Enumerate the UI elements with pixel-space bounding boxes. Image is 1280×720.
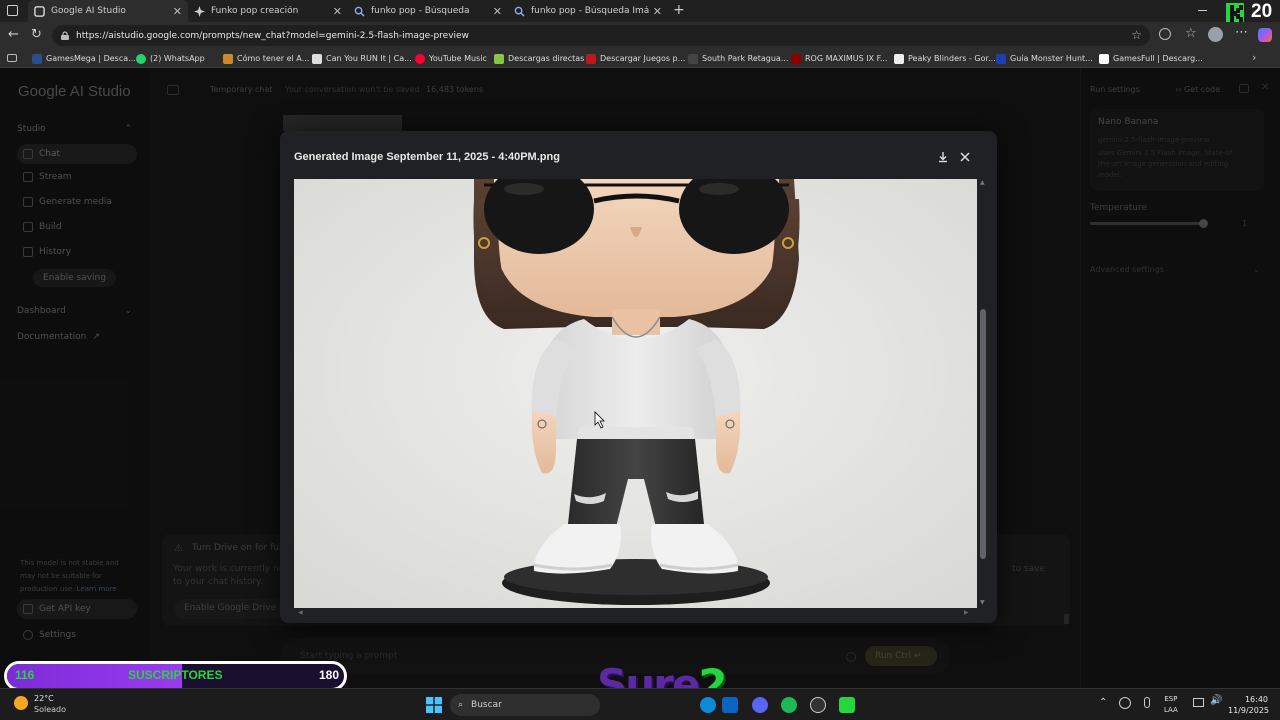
bookmark-star-icon[interactable]: ☆ <box>1131 28 1142 42</box>
more-menu-icon[interactable]: ⋯ <box>1235 25 1248 40</box>
close-icon[interactable] <box>960 152 970 162</box>
steam-icon[interactable] <box>810 697 826 713</box>
bookmark-item[interactable]: YouTube Music <box>415 52 487 65</box>
back-icon[interactable]: ← <box>8 27 19 42</box>
volume-icon[interactable]: 🔊 <box>1210 695 1222 706</box>
image-preview-dialog: Generated Image September 11, 2025 - 4:4… <box>280 131 997 623</box>
browser-toolbar: ← ↻ https://aistudio.google.com/prompts/… <box>0 22 1280 49</box>
tray-mic-icon[interactable] <box>1144 697 1150 708</box>
subscriber-label: SUSCRIPTORES <box>128 668 223 682</box>
copilot-icon[interactable] <box>1258 28 1272 42</box>
site-info-icon[interactable] <box>60 30 70 41</box>
windows-start-icon[interactable] <box>426 697 442 713</box>
profile-avatar[interactable] <box>1208 27 1223 42</box>
minimize-icon[interactable] <box>1198 10 1207 11</box>
close-tab-icon[interactable]: ✕ <box>653 5 662 18</box>
close-tab-icon[interactable]: ✕ <box>333 5 342 18</box>
windows-taskbar: 22°C Soleado ⌕ Buscar ⌃ ESP LAA 🔊 16:40 11/… <box>0 688 1280 720</box>
gemini-icon <box>194 5 205 17</box>
image-scrollbar[interactable]: ▲ ▼ <box>979 179 987 608</box>
tray-overflow-icon[interactable]: ⌃ <box>1099 697 1107 708</box>
generated-image[interactable] <box>294 179 977 608</box>
bookmark-item[interactable]: Can You RUN It | Ca... <box>312 52 412 65</box>
horizontal-scroll-left[interactable]: ◀ <box>298 609 303 616</box>
search-icon <box>354 6 365 17</box>
dialog-title: Generated Image September 11, 2025 - 4:4… <box>294 151 560 163</box>
bookmark-item[interactable]: Guía Monster Hunt... <box>996 52 1093 65</box>
bookmark-item[interactable]: ROG MAXIMUS IX F... <box>791 52 888 65</box>
url-text: https://aistudio.google.com/prompts/new_… <box>76 30 469 41</box>
bookmark-item[interactable]: (2) WhatsApp <box>136 52 205 65</box>
browser-tab-strip: Google AI Studio ✕ Funko pop creación ✕ … <box>0 0 1280 23</box>
scroll-up-arrow[interactable]: ▲ <box>980 179 985 186</box>
bookmark-item[interactable]: South Park Retagua... <box>688 52 788 65</box>
weather-desc[interactable]: Soleado <box>34 705 66 714</box>
favorites-icon[interactable]: ☆ <box>1185 26 1197 41</box>
bookmark-item[interactable]: Peaky Blinders - Gor... <box>894 52 996 65</box>
network-icon[interactable] <box>1193 698 1204 707</box>
kick-count: 20 <box>1251 1 1273 22</box>
scroll-down-arrow[interactable]: ▼ <box>980 599 985 606</box>
close-tab-icon[interactable]: ✕ <box>493 5 502 18</box>
subscriber-current: 116 <box>15 668 35 682</box>
bookmark-item[interactable]: Descargar Juegos p... <box>586 52 685 65</box>
address-bar[interactable]: https://aistudio.google.com/prompts/new_… <box>52 25 1150 46</box>
reload-icon[interactable]: ↻ <box>31 27 42 42</box>
spotify-icon[interactable] <box>781 697 797 713</box>
tab-title: Funko pop creación <box>211 6 299 16</box>
edge-icon[interactable] <box>700 697 716 713</box>
tab-actions-icon[interactable] <box>7 5 18 16</box>
discord-icon[interactable] <box>752 697 768 713</box>
subscriber-goal: 180 <box>319 668 340 682</box>
bookmark-item[interactable]: GamesFull | Descarg... <box>1099 52 1203 65</box>
close-tab-icon[interactable]: ✕ <box>173 5 182 18</box>
search-icon: ⌕ <box>458 700 464 710</box>
new-tab-button[interactable]: + <box>673 2 685 18</box>
image-scrollbar-thumb[interactable] <box>980 309 986 559</box>
horizontal-scroll-right[interactable]: ▶ <box>964 609 969 616</box>
tab-title: funko pop - Búsqueda <box>371 6 470 16</box>
bookmark-item[interactable]: Cómo tener el A... <box>223 52 309 65</box>
app-green-icon[interactable] <box>839 697 855 713</box>
download-icon[interactable] <box>937 151 949 163</box>
subscriber-goal-bar: 116 SUSCRIPTORES 180 <box>4 661 347 691</box>
outlook-icon[interactable] <box>722 697 738 713</box>
weather-icon[interactable] <box>14 696 28 710</box>
tab-funko-pop-imagenes[interactable]: funko pop - Búsqueda Imágenes ✕ <box>508 0 668 22</box>
tab-title: Google AI Studio <box>51 6 126 16</box>
tab-google-ai-studio[interactable]: Google AI Studio ✕ <box>28 0 188 22</box>
ai-studio-icon <box>34 5 45 17</box>
search-icon <box>514 6 525 17</box>
bookmark-item[interactable]: GamesMega | Desca... <box>32 52 136 65</box>
tray-sync-icon[interactable] <box>1119 697 1131 709</box>
clock[interactable]: 16:40 11/9/2025 <box>1228 694 1269 716</box>
extensions-icon[interactable] <box>1159 28 1171 40</box>
language-indicator[interactable]: ESP LAA <box>1164 694 1178 716</box>
bookmarks-overflow-icon[interactable]: › <box>1252 51 1256 64</box>
tab-funko-pop-busqueda[interactable]: funko pop - Búsqueda ✕ <box>348 0 508 22</box>
taskbar-search[interactable]: ⌕ Buscar <box>450 694 600 716</box>
tab-title: funko pop - Búsqueda Imágenes <box>531 6 649 16</box>
funko-pop-figure-image <box>294 179 977 608</box>
collections-icon[interactable] <box>7 54 17 62</box>
bookmarks-bar: GamesMega | Desca... (2) WhatsApp Cómo t… <box>0 49 1280 68</box>
weather-temp[interactable]: 22°C <box>34 694 54 703</box>
bookmark-item[interactable]: Descargas directas <box>494 52 584 65</box>
tab-funko-pop-creacion[interactable]: Funko pop creación ✕ <box>188 0 348 22</box>
